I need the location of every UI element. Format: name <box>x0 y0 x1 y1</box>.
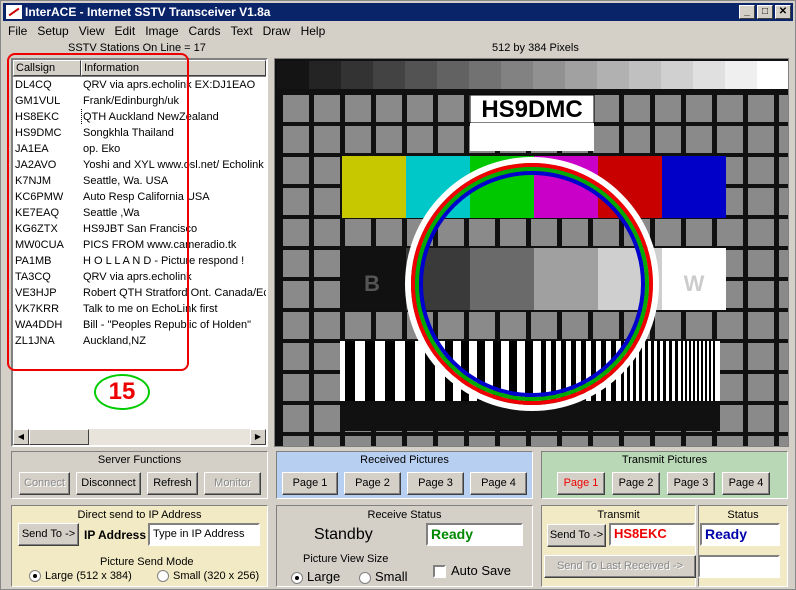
horizontal-scrollbar[interactable]: ◀ ▶ <box>13 429 266 445</box>
mode-small-label: Small (320 x 256) <box>173 570 260 582</box>
transmit-status-field: Ready <box>700 523 780 546</box>
scroll-right-icon[interactable]: ▶ <box>250 429 266 445</box>
ip-address-label: IP Address <box>84 528 147 542</box>
mode-large-radio[interactable] <box>29 570 41 583</box>
send-mode-title: Picture Send Mode <box>100 556 194 568</box>
receive-ready-field: Ready <box>426 523 523 546</box>
sstv-picture[interactable]: HS9DMC B W <box>274 58 789 447</box>
image-callsign-text: HS9DMC <box>481 96 582 123</box>
annotation-circle <box>7 53 189 371</box>
view-small-radio[interactable] <box>359 571 371 584</box>
mode-small-radio[interactable] <box>157 570 169 583</box>
view-small-label: Small <box>375 569 408 584</box>
menu-edit[interactable]: Edit <box>110 24 141 38</box>
receive-status-title: Receive Status <box>367 509 442 521</box>
connect-button[interactable]: Connect <box>19 472 70 495</box>
send-to-ip-button[interactable]: Send To -> <box>18 523 79 546</box>
window-title: InterACE - Internet SSTV Transceiver V1.… <box>25 5 271 19</box>
annotation-count: 15 <box>94 374 150 410</box>
ip-address-input[interactable]: Type in IP Address <box>148 523 260 546</box>
view-small-option[interactable]: Small <box>359 569 408 584</box>
transmit-pictures-title: Transmit Pictures <box>621 454 708 466</box>
scroll-thumb[interactable] <box>29 429 89 445</box>
app-icon[interactable] <box>6 5 22 19</box>
direct-send-title: Direct send to IP Address <box>77 509 202 521</box>
menu-view[interactable]: View <box>74 24 110 38</box>
standby-text: Standby <box>314 526 373 543</box>
scroll-left-icon[interactable]: ◀ <box>13 429 29 445</box>
image-size-label: 512 by 384 Pixels <box>492 42 579 54</box>
received-pictures-title: Received Pictures <box>360 454 449 466</box>
received-page-1-button[interactable]: Page 1 <box>282 472 338 495</box>
mode-large-option[interactable]: Large (512 x 384) <box>29 570 132 583</box>
minimize-icon[interactable]: _ <box>739 5 755 19</box>
menu-text[interactable]: Text <box>226 24 258 38</box>
title-bar[interactable]: InterACE - Internet SSTV Transceiver V1.… <box>3 3 793 21</box>
monitor-button[interactable]: Monitor <box>204 472 261 495</box>
app-window: InterACE - Internet SSTV Transceiver V1.… <box>0 0 796 590</box>
menu-cards[interactable]: Cards <box>184 24 226 38</box>
transmit-page-3-button[interactable]: Page 3 <box>667 472 715 495</box>
view-large-option[interactable]: Large <box>291 569 340 584</box>
menu-help[interactable]: Help <box>296 24 331 38</box>
view-large-radio[interactable] <box>291 571 303 584</box>
server-functions-title: Server Functions <box>97 454 182 466</box>
autosave-label: Auto Save <box>451 563 511 578</box>
autosave-option[interactable]: Auto Save <box>433 563 511 579</box>
black-label: B <box>364 271 380 296</box>
white-label: W <box>684 271 705 296</box>
last-received-field <box>698 555 780 578</box>
view-large-label: Large <box>307 569 341 584</box>
transmit-page-1-button[interactable]: Page 1 <box>557 472 605 495</box>
received-page-4-button[interactable]: Page 4 <box>470 472 527 495</box>
send-to-last-received-button[interactable]: Send To Last Received -> <box>544 555 696 578</box>
menu-file[interactable]: File <box>3 24 32 38</box>
status-title: Status <box>727 509 759 521</box>
mode-large-label: Large (512 x 384) <box>45 570 132 582</box>
menu-bar: File Setup View Edit Image Cards Text Dr… <box>3 22 330 40</box>
disconnect-button[interactable]: Disconnect <box>76 472 141 495</box>
maximize-icon[interactable]: □ <box>757 5 773 19</box>
autosave-checkbox[interactable] <box>433 565 446 579</box>
mode-small-option[interactable]: Small (320 x 256) <box>157 570 260 583</box>
view-size-title: Picture View Size <box>303 553 389 565</box>
received-page-2-button[interactable]: Page 2 <box>344 472 401 495</box>
transmit-page-4-button[interactable]: Page 4 <box>722 472 770 495</box>
transmit-callsign-field[interactable]: HS8EKC <box>609 523 695 546</box>
refresh-button[interactable]: Refresh <box>147 472 198 495</box>
transmit-title: Transmit <box>597 509 640 521</box>
transmit-send-button[interactable]: Send To -> <box>547 524 606 547</box>
received-page-3-button[interactable]: Page 3 <box>407 472 464 495</box>
menu-draw[interactable]: Draw <box>258 24 296 38</box>
menu-setup[interactable]: Setup <box>32 24 73 38</box>
menu-image[interactable]: Image <box>140 24 183 38</box>
transmit-page-2-button[interactable]: Page 2 <box>612 472 660 495</box>
close-icon[interactable]: ✕ <box>775 5 791 19</box>
